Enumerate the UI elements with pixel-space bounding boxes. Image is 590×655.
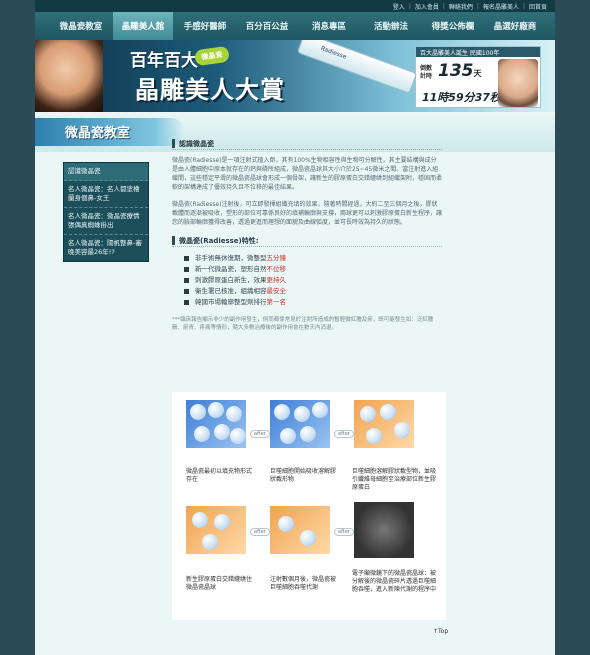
list-item: 刺激膠原蛋白新生，效果 更持久 (184, 275, 442, 286)
diagram-panel-3 (354, 400, 414, 448)
after-arrow-label: after (250, 430, 270, 438)
diagram-caption-1: 微晶瓷最初以填充物形式存在 (186, 468, 253, 483)
separator: | (522, 2, 525, 10)
heading-intro-text: 認識微晶瓷 (179, 139, 214, 148)
main-nav: 微晶瓷教室 晶雕美人館 手感好醫師 百分百公益 消息專區 活動辦法 得獎公佈欄 … (35, 12, 555, 40)
bullet-icon (184, 278, 189, 283)
utility-bar: 登入 | 加入會員 | 聯絡我們 | 報名晶雕美人 | 回首頁 (35, 0, 555, 12)
diagram-panel-5 (270, 506, 330, 554)
nav-item-doctors[interactable]: 手感好醫師 (175, 12, 235, 40)
section-title: 微晶瓷教室 (65, 126, 131, 141)
home-link[interactable]: 回首頁 (529, 2, 547, 11)
after-arrow-label: after (334, 528, 354, 536)
register-link[interactable]: 加入會員 (415, 2, 439, 11)
separator: | (476, 2, 479, 10)
countdown-days: 135天 (438, 61, 482, 81)
nav-item-charity[interactable]: 百分百公益 (237, 12, 297, 40)
syringe-label: Radiesse (319, 44, 348, 61)
nav-item-classroom[interactable]: 微晶瓷教室 (51, 12, 111, 40)
nav-item-beauty-hall[interactable]: 晶雕美人館 (113, 12, 173, 40)
countdown-label: 倒數計時 (420, 65, 433, 80)
heading-features: 微晶瓷(Radiesse)特性: (172, 235, 442, 247)
sidebar-item-celebrity-2[interactable]: 名人微晶瓷：微晶瓷療情張偶真蜘蛛掛出 (64, 208, 148, 235)
diagram-caption-6: 電子顯微鏡下的微晶瓷晶球：被分解後的微晶瓷碎片透過巨噬細胞吞噬，進入新陳代謝的程… (352, 570, 437, 593)
countdown-box: 百大晶雕美人誕生 民國100年 倒數計時 135天 11時59分37秒 (415, 46, 541, 108)
diagram-caption-2: 巨噬細胞開始吸收溶解膠狀載形物 (270, 468, 337, 483)
login-link[interactable]: 登入 (393, 2, 405, 11)
diagram-caption-3: 巨噬細胞溶解膠狀載型物，並吸引纖維母細胞至治療部位新生膠原蛋白 (352, 468, 437, 491)
sidebar-item-intro[interactable]: 認識微晶瓷 (64, 163, 148, 181)
contact-link[interactable]: 聯絡我們 (449, 2, 473, 11)
diagram-panel-6-microscope (354, 502, 414, 558)
list-item: 非手術無休復期，微整型 五分鐘 (184, 253, 442, 264)
diagram-panel-4 (186, 506, 246, 554)
list-item: 韓國市場輪廓整型劑排行 第一名 (184, 297, 442, 308)
after-arrow-label: after (250, 528, 270, 536)
heading-marker (172, 236, 175, 245)
heading-features-text: 微晶瓷(Radiesse)特性: (179, 236, 259, 245)
diagram-caption-5: 注射數個月後，微晶瓷被巨噬細胞吞噬代謝 (270, 576, 337, 591)
mechanism-diagram: after after 微晶瓷最初以填充物形式存在 巨噬細胞開始吸收溶解膠狀載形… (172, 392, 446, 620)
main-content: 認識微晶瓷 微晶瓷(Radiesse)是一項注射式植入劑，其有100%生物相容性… (172, 138, 442, 338)
diagram-panel-2 (270, 400, 330, 448)
diagram-caption-4: 新生膠原蛋白交錯纏繞住微晶瓷晶球 (186, 576, 253, 591)
bullet-icon (184, 256, 189, 261)
separator: | (408, 2, 411, 10)
nav-item-event-rules[interactable]: 活動辦法 (361, 12, 421, 40)
bullet-icon (184, 267, 189, 272)
list-item: 新一代微晶瓷，塑形自然 不位移 (184, 264, 442, 275)
sidebar: 認識微晶瓷 名人微晶瓷：名人都塗檜蘭身個鼻-女王 名人微晶瓷：微晶瓷療情張偶真蜘… (63, 162, 149, 262)
heading-intro: 認識微晶瓷 (172, 138, 442, 150)
list-item: 衛生署已核准，組織相容 最安全 (184, 286, 442, 297)
sidebar-item-celebrity-1[interactable]: 名人微晶瓷：名人都塗檜蘭身個鼻-女王 (64, 181, 148, 208)
model-photo (35, 40, 103, 112)
banner-title-line2: 晶雕美人大賞 (135, 76, 285, 104)
signup-beauty-link[interactable]: 報名晶雕美人 (483, 2, 519, 11)
after-arrow-label: after (334, 430, 354, 438)
countdown-header: 百大晶雕美人誕生 民國100年 (416, 47, 540, 57)
diagram-panel-1 (186, 400, 246, 448)
bullet-icon (184, 289, 189, 294)
countdown-time: 11時59分37秒 (422, 91, 501, 104)
syringe-illustration: Radiesse (296, 40, 418, 94)
banner-badge: 微晶瓷 (194, 45, 230, 67)
nav-item-winners[interactable]: 得獎公佈欄 (423, 12, 483, 40)
nav-item-news[interactable]: 消息專區 (299, 12, 359, 40)
nav-item-vendors[interactable]: 晶選好廠商 (485, 12, 545, 40)
side-effect-note: ***臨床報告顯示非少的副作用發生，例而都係常見於注射所造成的暫輕微紅腫及瘀，既… (172, 317, 434, 331)
feature-list: 非手術無休復期，微整型 五分鐘 新一代微晶瓷，塑形自然 不位移 刺激膠原蛋白新生，效… (184, 253, 442, 308)
intro-paragraph-2: 微晶瓷(Radiesse)注射後，可立即發揮組織充填的效果，隨著時間經過，大約二… (172, 201, 443, 226)
bullet-icon (184, 300, 189, 305)
countdown-model-photo (498, 59, 538, 107)
back-to-top-link[interactable]: ↑Top (433, 628, 448, 635)
hero-banner: 百年百大 微晶瓷 晶雕美人大賞 Radiesse 百大晶雕美人誕生 民國100年… (35, 40, 555, 112)
banner-title-line1: 百年百大 (130, 51, 198, 71)
intro-paragraph-1: 微晶瓷(Radiesse)是一項注射式植入劑，其有100%生物相容性與生物可分解… (172, 157, 443, 191)
page: 登入 | 加入會員 | 聯絡我們 | 報名晶雕美人 | 回首頁 微晶瓷教室 晶雕… (35, 0, 555, 655)
separator: | (442, 2, 445, 10)
sidebar-item-celebrity-3[interactable]: 名人微晶瓷：陽帆整鼻-審晚美容最26年!? (64, 235, 148, 261)
heading-marker (172, 139, 175, 148)
